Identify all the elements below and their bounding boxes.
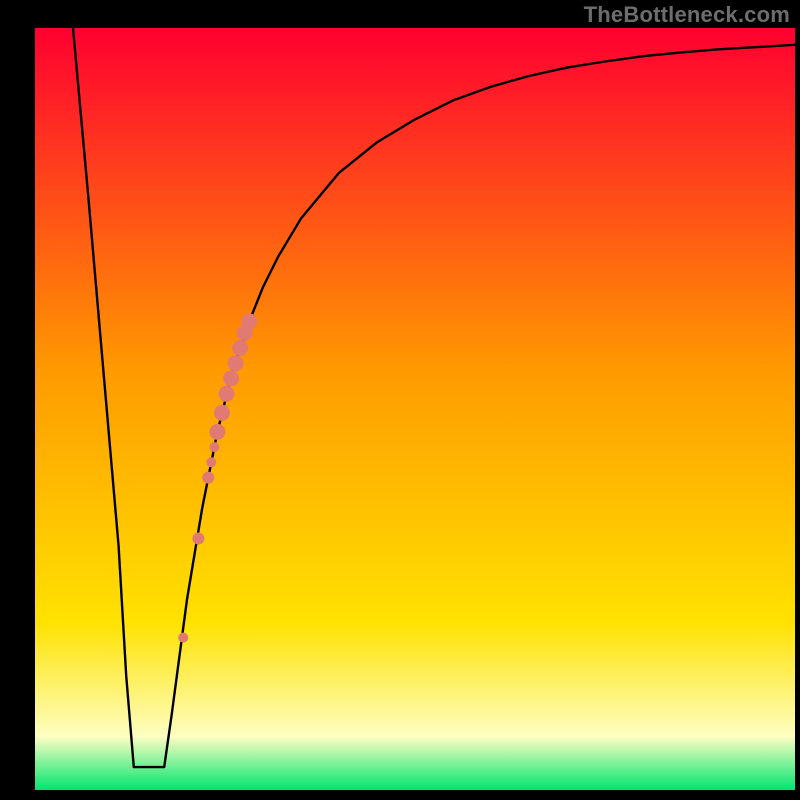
bottleneck-chart: [0, 0, 800, 800]
marker-dot: [219, 386, 235, 402]
marker-dot: [209, 442, 219, 452]
marker-dot: [178, 633, 188, 643]
marker-dot: [228, 355, 244, 371]
marker-dot: [206, 457, 216, 467]
marker-dot: [223, 371, 239, 387]
plot-background: [35, 28, 795, 790]
marker-dot: [214, 405, 230, 421]
marker-dot: [241, 313, 257, 329]
chart-frame: TheBottleneck.com: [0, 0, 800, 800]
marker-dot: [202, 472, 214, 484]
watermark-text: TheBottleneck.com: [584, 2, 790, 28]
marker-dot: [209, 424, 225, 440]
marker-dot: [232, 340, 248, 356]
marker-dot: [192, 533, 204, 545]
